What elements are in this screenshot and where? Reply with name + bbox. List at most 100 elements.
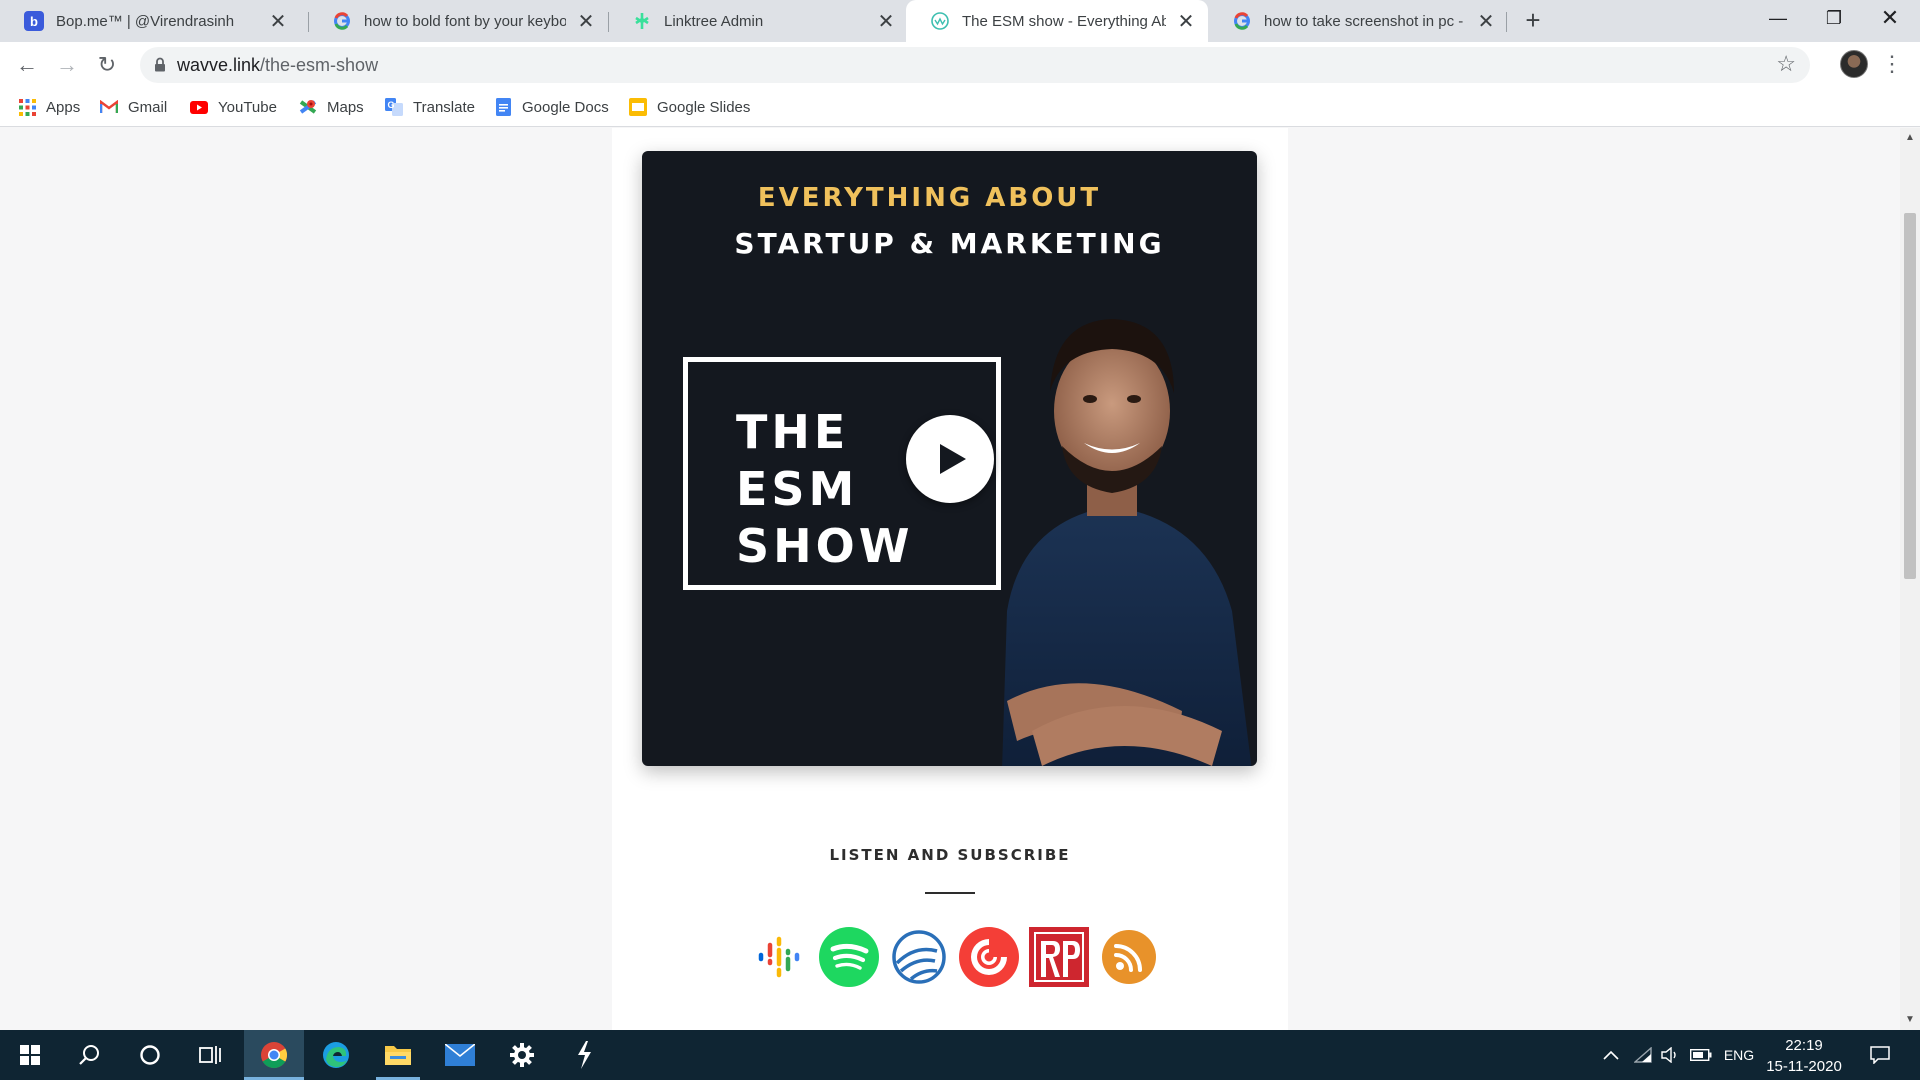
bookmark-google-slides[interactable]: Google Slides (629, 96, 750, 118)
profile-avatar[interactable] (1840, 50, 1868, 78)
tab-bold-font-search[interactable]: how to bold font by your keyboard ✕ (308, 0, 608, 42)
clock-time: 22:19 (1785, 1037, 1823, 1054)
bopme-icon: b (24, 11, 44, 31)
edge-icon (323, 1042, 349, 1068)
tab-bopme[interactable]: b Bop.me™ | @Virendrasinh ✕ (0, 0, 300, 42)
search-button[interactable] (60, 1030, 120, 1080)
linktree-icon (632, 11, 652, 31)
taskbar-chrome[interactable] (244, 1030, 304, 1080)
castbox-link[interactable] (888, 926, 950, 988)
tab-linktree-admin[interactable]: Linktree Admin ✕ (608, 0, 908, 42)
taskbar-settings[interactable] (492, 1030, 552, 1080)
pocket-casts-icon (959, 927, 1019, 987)
tab-title: how to bold font by your keyboard (364, 12, 566, 30)
bookmark-star-icon[interactable]: ☆ (1776, 51, 1796, 77)
tab-title: Linktree Admin (664, 12, 764, 30)
close-tab-icon[interactable]: ✕ (268, 9, 288, 34)
tab-title: The ESM show - Everything About (962, 12, 1166, 30)
bookmark-label: Apps (46, 98, 81, 116)
bookmark-label: Gmail (128, 98, 168, 116)
close-window-icon[interactable]: ✕ (1862, 0, 1918, 38)
bookmark-translate[interactable]: G Translate (385, 96, 475, 118)
reload-icon[interactable]: ↻ (92, 50, 122, 80)
taskbar-mail[interactable] (430, 1030, 490, 1080)
taskbar-file-explorer[interactable] (368, 1030, 428, 1080)
browser-menu-icon[interactable]: ⋮ (1880, 50, 1904, 80)
play-button[interactable] (906, 415, 994, 503)
show-title-line: ESM (736, 462, 859, 516)
rss-feed-link[interactable] (1098, 926, 1160, 988)
google-podcasts-link[interactable] (748, 926, 810, 988)
wifi-icon (1634, 1047, 1652, 1063)
page-scrollbar[interactable]: ▲ ▼ (1900, 128, 1920, 1030)
bookmark-gmail[interactable]: Gmail (100, 96, 167, 118)
pocket-casts-link[interactable] (958, 926, 1020, 988)
close-tab-icon[interactable]: ✕ (876, 9, 896, 34)
lightning-app-icon (578, 1041, 591, 1069)
platform-links (748, 926, 1168, 988)
radiopublic-icon (1029, 927, 1089, 987)
close-tab-icon[interactable]: ✕ (576, 9, 596, 34)
bookmark-label: Translate (413, 98, 475, 116)
scrollbar-thumb[interactable] (1904, 213, 1916, 579)
tab-esm-show[interactable]: The ESM show - Everything About ✕ (906, 0, 1208, 42)
battery-tray[interactable] (1686, 1030, 1716, 1080)
address-bar[interactable]: wavve.link/the-esm-show ☆ (140, 47, 1810, 83)
spotify-icon (819, 927, 879, 987)
new-tab-button[interactable]: + (1518, 6, 1548, 36)
network-tray[interactable] (1630, 1030, 1656, 1080)
play-icon (940, 444, 966, 474)
bookmark-label: Maps (327, 98, 364, 116)
heading-divider (925, 892, 975, 894)
action-center-button[interactable] (1862, 1030, 1898, 1080)
rss-feed-icon (1102, 930, 1156, 984)
bookmark-label: YouTube (218, 98, 277, 116)
url-path: /the-esm-show (260, 55, 379, 75)
listen-subscribe-heading: LISTEN AND SUBSCRIBE (829, 846, 1071, 864)
task-view-button[interactable] (180, 1030, 240, 1080)
podcast-cover-art: EVERYTHING ABOUT STARTUP & MARKETING THE… (642, 151, 1257, 766)
cortana-button[interactable] (120, 1030, 180, 1080)
input-language[interactable]: ENG (1718, 1030, 1760, 1080)
scroll-down-arrow-icon[interactable]: ▼ (1900, 1012, 1920, 1028)
tab-screenshot-search[interactable]: how to take screenshot in pc - Go ✕ (1208, 0, 1508, 42)
minimize-icon[interactable]: — (1750, 0, 1806, 38)
youtube-icon (190, 98, 208, 116)
back-arrow-icon[interactable]: ← (12, 50, 42, 80)
bookmark-youtube[interactable]: YouTube (190, 96, 277, 118)
apps-grid-icon (18, 98, 36, 116)
taskbar-edge[interactable] (306, 1030, 366, 1080)
folder-icon (385, 1046, 411, 1065)
url-text: wavve.link/the-esm-show (177, 55, 378, 76)
start-button[interactable] (0, 1030, 60, 1080)
restore-window-icon[interactable]: ❐ (1806, 0, 1862, 38)
system-clock[interactable]: 22:19 15-11-2020 (1764, 1035, 1844, 1077)
url-domain: wavve.link (177, 55, 261, 75)
volume-tray[interactable] (1658, 1030, 1684, 1080)
show-title-line: SHOW (736, 519, 914, 573)
close-tab-icon[interactable]: ✕ (1476, 9, 1496, 34)
bookmark-label: Google Docs (522, 98, 609, 116)
close-tab-icon[interactable]: ✕ (1176, 9, 1196, 34)
clock-date: 15-11-2020 (1766, 1058, 1842, 1075)
google-icon (332, 11, 352, 31)
task-view-icon (199, 1046, 221, 1064)
google-docs-icon (494, 98, 512, 116)
taskbar-app[interactable] (554, 1030, 614, 1080)
forward-arrow-icon[interactable]: → (52, 50, 82, 80)
show-hidden-icons[interactable] (1598, 1030, 1624, 1080)
browser-toolbar: ← → ↻ wavve.link/the-esm-show ☆ ⋮ (0, 42, 1920, 88)
bookmark-google-docs[interactable]: Google Docs (494, 96, 609, 118)
cover-headline-top: EVERYTHING ABOUT (757, 183, 1102, 213)
spotify-link[interactable] (818, 926, 880, 988)
browser-tab-strip: b Bop.me™ | @Virendrasinh ✕ how to bold … (0, 0, 1920, 42)
scroll-up-arrow-icon[interactable]: ▲ (1900, 130, 1920, 146)
speaker-icon (1661, 1047, 1676, 1063)
bookmark-apps[interactable]: Apps (18, 96, 80, 118)
bookmark-maps[interactable]: Maps (299, 96, 364, 118)
host-portrait (1002, 319, 1252, 766)
tab-title: Bop.me™ | @Virendrasinh (56, 12, 235, 30)
lock-icon (154, 57, 166, 77)
radiopublic-link[interactable] (1028, 926, 1090, 988)
google-slides-icon (629, 98, 647, 116)
